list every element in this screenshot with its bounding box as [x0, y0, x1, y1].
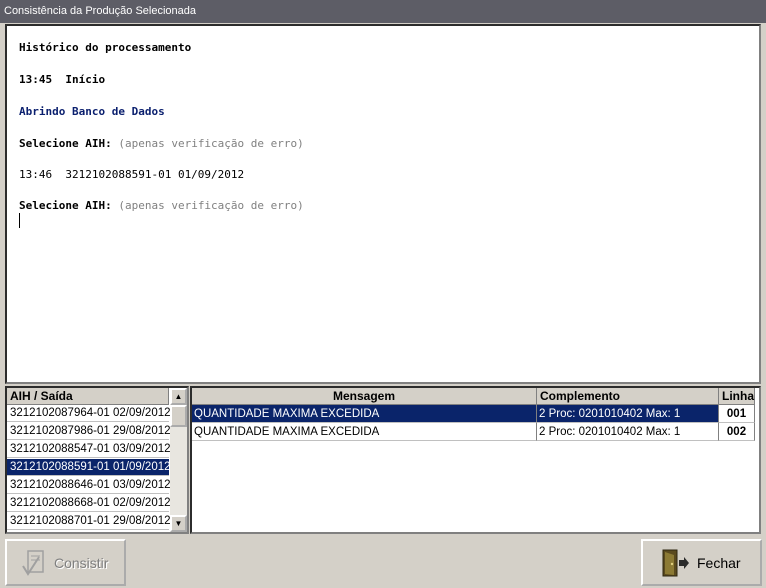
column-header-mensagem[interactable]: Mensagem: [192, 388, 537, 405]
log-start-line: 13:45 Início: [19, 73, 106, 86]
scroll-up-icon[interactable]: ▲: [170, 388, 187, 405]
window-title: Consistência da Produção Selecionada: [0, 0, 766, 23]
exit-door-icon: [662, 549, 689, 577]
log-opening-db: Abrindo Banco de Dados: [19, 105, 165, 118]
log-select-hint-2: (apenas verificação de erro): [118, 199, 304, 212]
fechar-label: Fechar: [697, 555, 741, 571]
aih-list-header[interactable]: AIH / Saída: [7, 388, 169, 405]
fechar-button[interactable]: Fechar: [641, 539, 762, 586]
log-select-hint: (apenas verificação de erro): [118, 137, 304, 150]
list-item[interactable]: 3212102088547-01 03/09/2012: [7, 441, 171, 458]
log-select-line: Selecione AIH: (apenas verificação de er…: [19, 137, 304, 150]
scroll-down-icon[interactable]: ▼: [170, 515, 187, 532]
log-select-label: Selecione AIH:: [19, 137, 112, 150]
scroll-thumb[interactable]: [170, 405, 187, 427]
aih-list-scrollbar[interactable]: ▲ ▼: [170, 388, 187, 532]
table-row[interactable]: QUANTIDADE MAXIMA EXCEDIDA 2 Proc: 02010…: [192, 423, 755, 441]
log-select-label-2: Selecione AIH:: [19, 199, 112, 212]
cell-complemento[interactable]: 2 Proc: 0201010402 Max: 1: [537, 405, 719, 423]
consistir-label: Consistir: [54, 555, 109, 571]
list-item-selected[interactable]: 3212102088591-01 01/09/2012: [7, 459, 171, 476]
column-header-linha[interactable]: Linha: [719, 388, 755, 405]
messages-grid[interactable]: Mensagem Complemento Linha QUANTIDADE MA…: [190, 386, 761, 534]
table-row[interactable]: QUANTIDADE MAXIMA EXCEDIDA 2 Proc: 02010…: [192, 405, 755, 423]
aih-list[interactable]: AIH / Saída 3212102087964-01 02/09/2012 …: [5, 386, 189, 534]
cell-mensagem[interactable]: QUANTIDADE MAXIMA EXCEDIDA: [192, 405, 537, 423]
checklist-icon: [22, 550, 44, 576]
log-entry-line: 13:46 3212102088591-01 01/09/2012: [19, 168, 245, 181]
log-select-line-2: Selecione AIH: (apenas verificação de er…: [19, 199, 304, 212]
list-item[interactable]: 3212102087986-01 29/08/2012: [7, 423, 171, 440]
consistir-button[interactable]: Consistir: [5, 539, 126, 586]
cell-mensagem[interactable]: QUANTIDADE MAXIMA EXCEDIDA: [192, 423, 537, 441]
list-item[interactable]: 3212102088701-01 29/08/2012: [7, 513, 171, 530]
cell-complemento[interactable]: 2 Proc: 0201010402 Max: 1: [537, 423, 719, 441]
list-item[interactable]: 3212102088668-01 02/09/2012: [7, 495, 171, 512]
text-caret: [19, 213, 20, 228]
list-item[interactable]: 3212102088646-01 03/09/2012: [7, 477, 171, 494]
processing-log[interactable]: Histórico do processamento 13:45 Início …: [5, 24, 761, 384]
column-header-complemento[interactable]: Complemento: [537, 388, 719, 405]
list-item[interactable]: 3212102087964-01 02/09/2012: [7, 405, 171, 422]
log-heading: Histórico do processamento: [19, 41, 192, 54]
cell-linha[interactable]: 002: [719, 423, 755, 441]
cell-linha[interactable]: 001: [719, 405, 755, 423]
